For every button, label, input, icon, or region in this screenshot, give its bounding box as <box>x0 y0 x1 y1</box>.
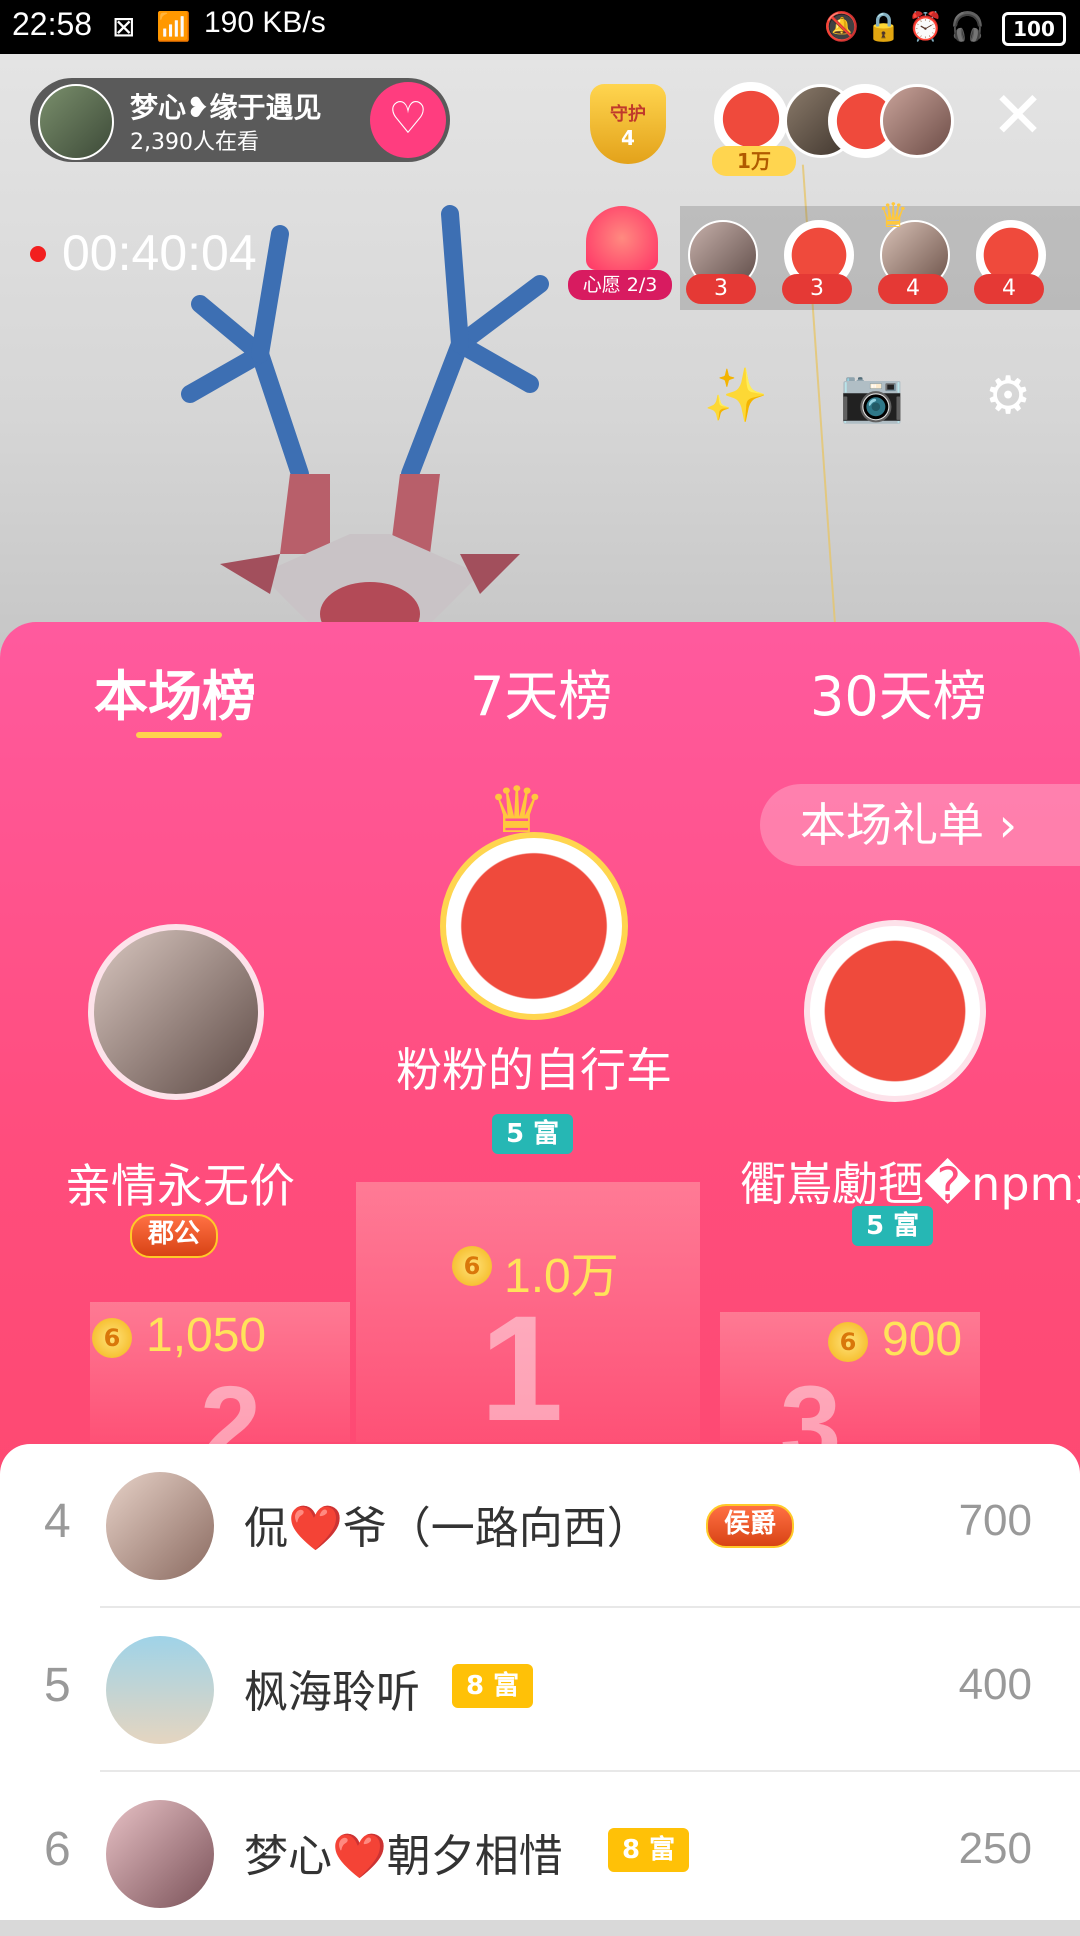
active-tab-indicator <box>136 732 222 738</box>
guest-seat-count: 4 <box>878 274 948 304</box>
list-avatar[interactable] <box>106 1800 214 1908</box>
tab-30-days[interactable]: 30天榜 <box>810 652 987 731</box>
status-bar: 22:58 ⊠ 📶 190 KB/s 🔕 🔒 ⏰ 🎧 100 <box>0 0 1080 54</box>
list-rank: 5 <box>44 1659 71 1712</box>
network-speed: 190 KB/s <box>204 6 326 39</box>
settings-button[interactable]: ⚙ <box>972 360 1044 432</box>
heart-plus-icon: ♡ <box>388 93 428 144</box>
list-title-badge: 侯爵 <box>706 1504 795 1548</box>
third-place-name: 衢嶌勴毢�npm爻 <box>740 1157 1080 1211</box>
guard-shield-icon: 守护 4 <box>590 84 666 164</box>
wish-widget[interactable]: 心愿 2/3 <box>568 206 672 300</box>
list-name: 梦心❤️朝夕相惜 <box>244 1831 563 1882</box>
coin-icon: 6 <box>452 1246 492 1286</box>
guest-seat-count: 3 <box>782 274 852 304</box>
second-place-name: 亲情永无价 <box>65 1159 295 1213</box>
host-avatar[interactable] <box>38 84 114 160</box>
list-item[interactable]: 5 枫海聆听 8 富 400 <box>0 1608 1080 1772</box>
switch-camera-button[interactable]: 📷 <box>836 360 908 432</box>
list-wealth-badge: 8 富 <box>608 1828 690 1872</box>
guest-seat-count: 3 <box>686 274 756 304</box>
first-place-name: 粉粉的自行车 <box>396 1043 672 1097</box>
notification-icon: ⊠ <box>112 10 136 43</box>
third-place-avatar[interactable] <box>804 920 986 1102</box>
status-time: 22:58 <box>12 6 93 42</box>
wish-label: 心愿 2/3 <box>568 270 672 300</box>
close-button[interactable]: ✕ <box>990 84 1046 148</box>
coin-icon: 6 <box>828 1322 868 1362</box>
contribution-badge: 1万 <box>712 146 796 176</box>
podium-number-1: 1 <box>480 1284 564 1452</box>
live-timer: 00:40:04 <box>62 225 257 281</box>
recording-dot <box>30 246 46 262</box>
second-place-title-badge: 郡公 <box>130 1214 219 1258</box>
first-place-avatar[interactable] <box>440 832 628 1020</box>
guard-count: 4 <box>621 126 635 150</box>
list-item[interactable]: 4 侃❤️爷（一路向西） 侯爵 700 <box>0 1444 1080 1608</box>
guest-seat[interactable]: 3 <box>686 220 758 310</box>
gear-icon: ⚙ <box>984 366 1032 426</box>
gift-list-button[interactable]: 本场礼单 › <box>760 784 1080 866</box>
top-viewer-avatar-4[interactable] <box>880 84 954 158</box>
third-place-score: 900 <box>882 1313 963 1366</box>
camera-switch-icon: 📷 <box>839 366 905 426</box>
list-avatar[interactable] <box>106 1472 214 1580</box>
list-wealth-badge: 8 富 <box>452 1664 534 1708</box>
lock-rotation-icon: 🔒 <box>866 10 901 43</box>
top-viewer-avatar-1[interactable] <box>714 82 788 156</box>
third-place-wealth-badge: 5 富 <box>852 1206 934 1246</box>
guard-badge[interactable]: 守护 4 <box>590 84 666 164</box>
magic-wand-icon: ✨ <box>703 366 769 426</box>
tab-7-days[interactable]: 7天榜 <box>470 652 612 731</box>
close-icon: ✕ <box>991 79 1045 153</box>
second-place-avatar[interactable] <box>88 924 264 1100</box>
crown-icon: ♛ <box>878 196 909 236</box>
guest-seat[interactable]: 3 <box>782 220 854 310</box>
guest-seat[interactable]: 4 <box>974 220 1046 310</box>
heart-face-icon <box>586 206 658 270</box>
follow-heart-button[interactable]: ♡ <box>370 82 446 158</box>
guest-seat-count: 4 <box>974 274 1044 304</box>
list-value: 250 <box>958 1824 1032 1873</box>
guard-label: 守护 <box>610 104 646 125</box>
coin-icon: 6 <box>92 1318 132 1358</box>
beauty-wand-button[interactable]: ✨ <box>700 360 772 432</box>
wifi-icon: 📶 <box>156 10 191 43</box>
host-name: 梦心❥缘于遇见 <box>130 91 322 124</box>
second-place-score: 1,050 <box>146 1309 267 1362</box>
host-info-pill[interactable]: 梦心❥缘于遇见 2,390人在看 ♡ <box>30 78 450 162</box>
list-item[interactable]: 6 梦心❤️朝夕相惜 8 富 250 <box>0 1772 1080 1936</box>
list-rank: 4 <box>44 1495 71 1548</box>
first-place-score: 1.0万 <box>504 1250 619 1303</box>
list-avatar[interactable] <box>106 1636 214 1744</box>
list-name: 枫海聆听 <box>244 1667 420 1718</box>
viewer-count: 2,390人在看 <box>130 130 259 155</box>
tab-current-session[interactable]: 本场榜 <box>94 652 256 731</box>
battery-indicator: 100 <box>1002 12 1066 46</box>
first-place-wealth-badge: 5 富 <box>492 1114 574 1154</box>
alarm-icon: ⏰ <box>908 10 943 43</box>
mute-bell-icon: 🔕 <box>824 10 859 43</box>
headphone-icon: 🎧 <box>950 10 985 43</box>
list-name: 侃❤️爷（一路向西） <box>244 1503 651 1554</box>
list-value: 400 <box>958 1660 1032 1709</box>
list-value: 700 <box>958 1496 1032 1545</box>
list-rank: 6 <box>44 1823 71 1876</box>
ranking-list: 4 侃❤️爷（一路向西） 侯爵 700 5 枫海聆听 8 富 400 6 梦心❤… <box>0 1444 1080 1920</box>
